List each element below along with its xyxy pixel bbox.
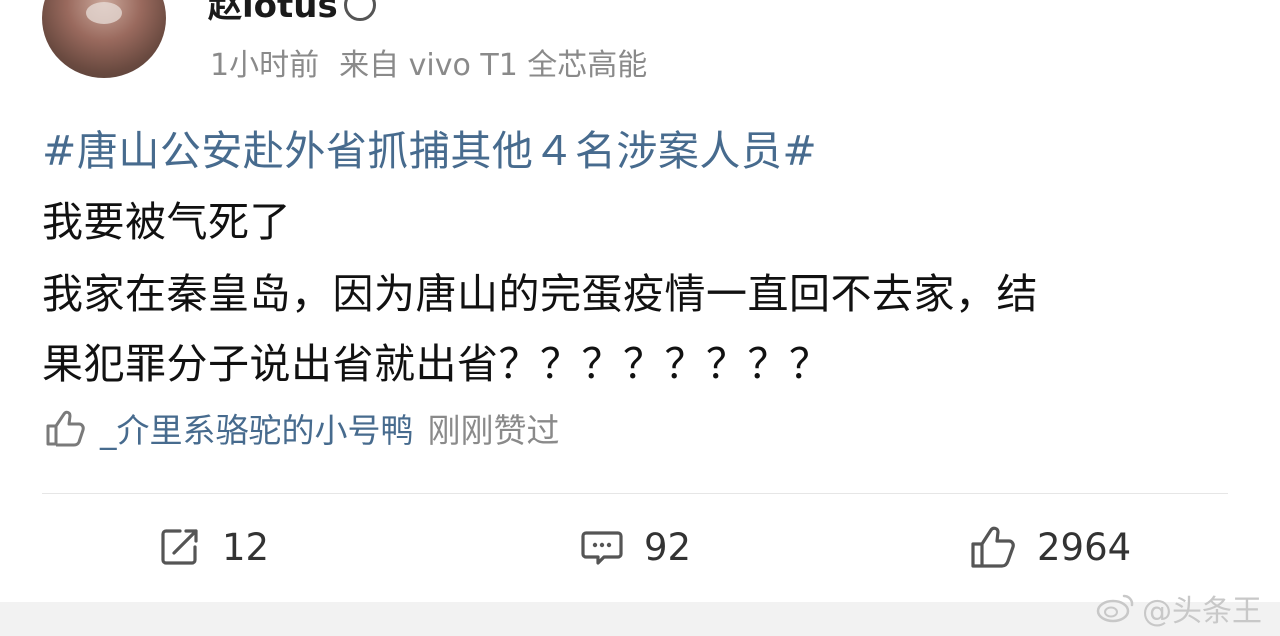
watermark-text: @头条王	[1142, 594, 1262, 629]
post-text-line: 我要被气死了	[42, 198, 291, 246]
bottom-band	[0, 602, 1280, 636]
post-text-line: 果犯罪分子说出省就出省？？？？？？？？	[42, 340, 831, 388]
user-badge-icon	[343, 0, 376, 21]
liked-by-text: 刚刚赞过	[427, 411, 560, 450]
username[interactable]: 赵lotus	[208, 0, 376, 26]
username-text: 赵lotus	[208, 0, 338, 26]
comment-count: 92	[644, 525, 692, 569]
like-count: 2964	[1037, 525, 1132, 569]
liked-by-row: _介里系骆驼的小号鸭 刚刚赞过	[42, 404, 560, 452]
post-time: 1小时前	[210, 48, 320, 83]
liked-by-user[interactable]: _介里系骆驼的小号鸭	[100, 404, 414, 452]
post-meta: 1小时前 来自 vivo T1 全芯高能	[210, 40, 647, 84]
action-bar: 12 92 2964	[0, 518, 1280, 578]
comment-button[interactable]: 92	[580, 518, 691, 576]
like-button[interactable]: 2964	[967, 518, 1131, 576]
watermark: @头条王	[1096, 588, 1262, 629]
comment-icon	[581, 531, 623, 565]
avatar-detail	[86, 2, 122, 24]
topic-hashtag[interactable]: #唐山公安赴外省抓捕其他４名涉案人员#	[42, 117, 817, 177]
post-text-line: 我家在秦皇岛，因为唐山的完蛋疫情一直回不去家，结	[42, 270, 1038, 318]
divider	[42, 493, 1228, 494]
repost-icon	[161, 529, 198, 565]
thumbs-up-icon	[971, 526, 1015, 568]
thumbs-up-icon	[46, 410, 85, 447]
weibo-logo-icon	[1096, 594, 1134, 623]
repost-count: 12	[222, 525, 270, 569]
avatar[interactable]	[42, 0, 166, 78]
post-source[interactable]: 来自 vivo T1 全芯高能	[339, 48, 647, 83]
repost-button[interactable]: 12	[158, 518, 269, 576]
